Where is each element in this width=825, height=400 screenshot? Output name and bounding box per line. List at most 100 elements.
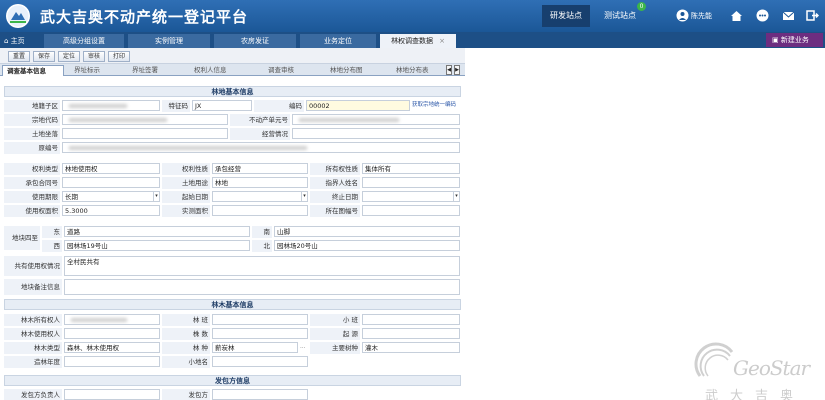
year-field[interactable] [64, 356, 160, 367]
user-name[interactable]: 陈先能 [691, 11, 712, 21]
form-tab-owner[interactable]: 权利人信息 [194, 65, 254, 76]
tree-type-field[interactable]: 森林、林木使用权 [64, 342, 160, 353]
location-field[interactable] [62, 128, 228, 139]
actual-area-label: 实测面积 [162, 205, 210, 217]
watermark-brand: GeoStar [733, 356, 810, 380]
boundary-label: 地块四至 [4, 226, 40, 250]
area-field[interactable]: 5.3000 [62, 205, 160, 216]
land-use-field[interactable]: 林地 [212, 177, 308, 188]
more-icon[interactable]: … [300, 342, 306, 353]
west-field[interactable]: 园林场19号山 [64, 240, 250, 251]
chevron-down-icon[interactable]: ▾ [153, 192, 159, 201]
close-tab-icon[interactable]: × [439, 37, 445, 45]
forest-kind-field[interactable]: 薪炭林 [212, 342, 298, 353]
chevron-down-icon[interactable]: ▾ [301, 192, 307, 201]
district-field[interactable] [62, 100, 160, 111]
map-no-field[interactable] [362, 205, 460, 216]
form-tab-audit[interactable]: 调查审核 [268, 65, 316, 76]
forest-class-field[interactable] [212, 314, 308, 325]
tab-rural-house[interactable]: 农房发证 [214, 34, 296, 48]
mail-icon[interactable] [782, 9, 795, 22]
small-class-field[interactable] [362, 314, 460, 325]
east-field[interactable]: 道路 [64, 226, 250, 237]
note-field[interactable] [64, 279, 460, 295]
fetch-code-link[interactable]: 获取宗地统一编码 [412, 100, 456, 111]
south-field[interactable]: 山脚 [274, 226, 460, 237]
land-code-field[interactable]: JX [192, 100, 252, 111]
owner-nature-label: 所有权性质 [310, 163, 360, 175]
save-button[interactable]: 保存 [33, 51, 55, 62]
form-tab-table[interactable]: 林地分布表 [396, 65, 442, 76]
forest-class-label: 林 班 [162, 314, 210, 326]
start-date-field[interactable]: ▾ [212, 191, 308, 202]
tree-user-label: 林木使用权人 [4, 328, 62, 340]
owner-nature-field[interactable]: 集体所有 [362, 163, 460, 174]
app-logo-icon [6, 4, 30, 28]
right-type-label: 权利类型 [4, 163, 60, 175]
form-tab-boundary-sign[interactable]: 界址签署 [132, 65, 180, 76]
land-section-title: 林地基本信息 [4, 86, 461, 97]
shared-field[interactable]: 全村民共有 [64, 256, 460, 276]
user-icon[interactable] [676, 9, 689, 22]
unit-no-label: 不动产单元号 [230, 114, 290, 126]
unit-no-field[interactable] [292, 114, 460, 125]
form-tabs: 调查基本信息 界址标示 界址签署 权利人信息 调查审核 林地分布图 林地分布表 … [0, 64, 465, 76]
area-label: 使用权面积 [4, 205, 60, 217]
logout-icon[interactable] [806, 9, 819, 22]
tab-advanced-group[interactable]: 高级分组设置 [44, 34, 124, 48]
reset-button[interactable]: 重置 [8, 51, 30, 62]
surveyor-field[interactable] [362, 177, 460, 188]
place-label: 小地名 [162, 356, 210, 368]
place-field[interactable] [212, 356, 308, 367]
main-species-field[interactable]: 灌木 [362, 342, 460, 353]
count-field[interactable] [212, 328, 308, 339]
small-class-label: 小 班 [310, 314, 360, 326]
home-tab-icon: ⌂ [4, 37, 11, 45]
locate-button[interactable]: 定位 [58, 51, 80, 62]
tab-scroll-right-icon[interactable]: ▶ [454, 65, 460, 75]
right-type-field[interactable]: 林地使用权 [62, 163, 160, 174]
new-business-button[interactable]: ▣ 新建业务 [766, 33, 823, 47]
end-date-label: 终止日期 [310, 191, 360, 203]
seq-field[interactable] [62, 142, 460, 153]
north-field[interactable]: 园林场20号山 [274, 240, 460, 251]
form-tab-boundary-mark[interactable]: 界址标示 [74, 65, 122, 76]
contract-no-field[interactable] [62, 177, 160, 188]
chevron-down-icon[interactable]: ▾ [453, 192, 459, 201]
main-species-label: 主要树种 [310, 342, 360, 354]
tab-business-locate[interactable]: 业务定位 [300, 34, 376, 48]
actual-area-field[interactable] [212, 205, 308, 216]
east-label: 东 [42, 226, 62, 238]
forest-kind-label: 林 种 [162, 342, 210, 354]
review-button[interactable]: 审核 [83, 51, 105, 62]
print-button[interactable]: 打印 [108, 51, 130, 62]
tab-home-label: 主页 [10, 37, 25, 45]
contract-name-field[interactable] [212, 389, 308, 400]
tree-user-field[interactable] [64, 328, 160, 339]
form-tab-basic[interactable]: 调查基本信息 [2, 65, 64, 76]
tree-type-label: 林木类型 [4, 342, 62, 354]
tab-home[interactable]: ⌂ 主页 [4, 34, 40, 48]
tree-owner-label: 林木所有权人 [4, 314, 62, 326]
origin-field[interactable] [362, 328, 460, 339]
form-tab-map[interactable]: 林地分布图 [330, 65, 388, 76]
tab-forest-survey-label: 林权调查数据 [391, 37, 434, 45]
location-label: 土地坐落 [4, 128, 60, 140]
land-code-label: 特征码 [162, 100, 190, 112]
message-icon[interactable] [756, 9, 769, 22]
end-date-field[interactable]: ▾ [362, 191, 460, 202]
tree-owner-field[interactable] [64, 314, 160, 325]
term-select[interactable]: 长期 ▾ [62, 191, 160, 202]
dev-site-button[interactable]: 研发站点 [542, 5, 590, 27]
tab-instance-management[interactable]: 实例管理 [128, 34, 210, 48]
operation-field[interactable] [292, 128, 460, 139]
serial-field[interactable]: 00002 [306, 100, 410, 111]
parcel-code-field[interactable] [62, 114, 228, 125]
contractor-field[interactable] [64, 389, 160, 400]
tab-forest-survey[interactable]: 林权调查数据 × [380, 34, 456, 48]
tab-scroll-left-icon[interactable]: ◀ [446, 65, 452, 75]
south-label: 南 [252, 226, 272, 238]
surveyor-label: 指界人姓名 [310, 177, 360, 189]
right-nature-field[interactable]: 承包经营 [212, 163, 308, 174]
home-icon[interactable] [730, 9, 743, 22]
